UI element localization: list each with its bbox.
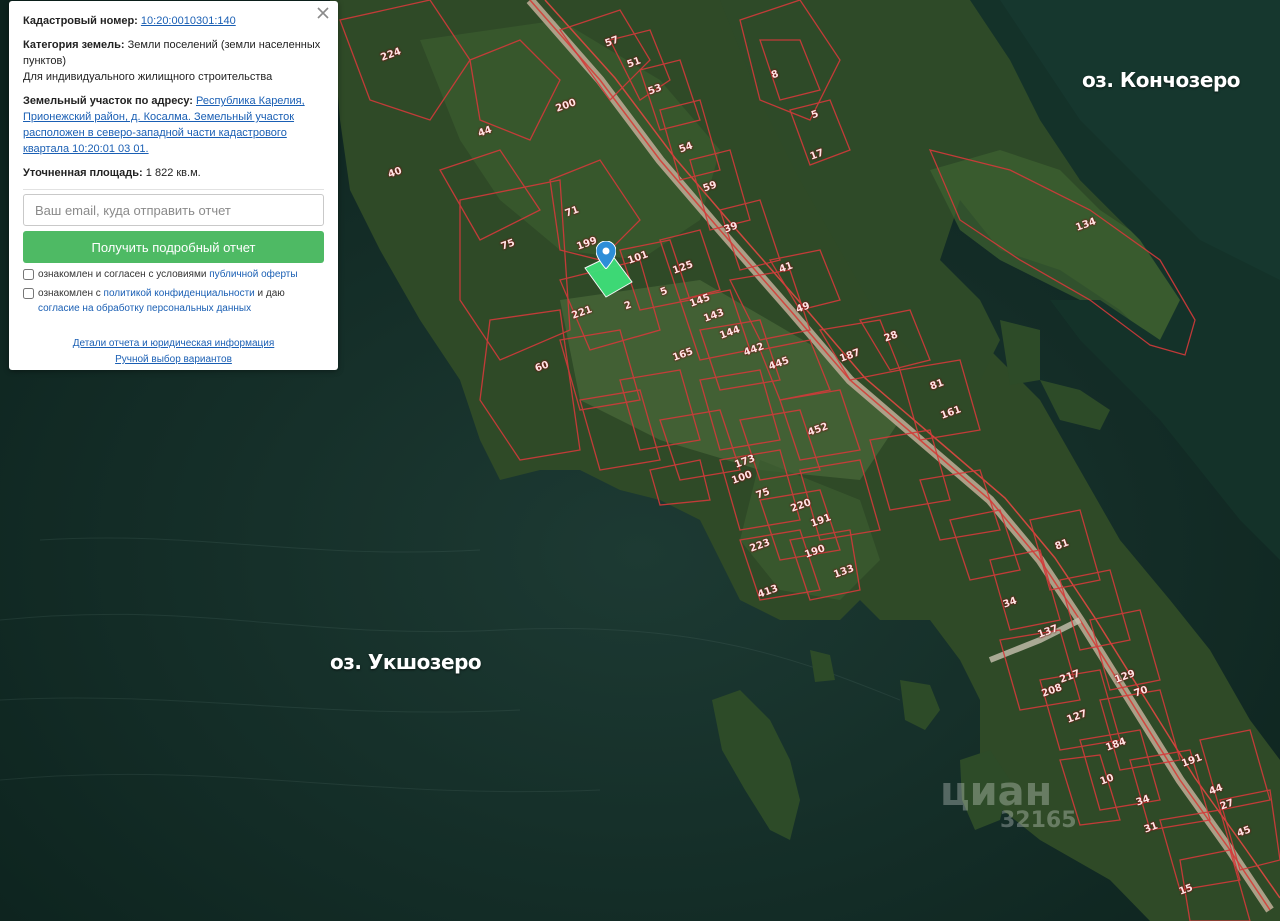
parcel-info-panel: Кадастровый номер: 10:20:0010301:140 Кат… [9, 1, 338, 370]
close-icon[interactable] [316, 6, 330, 20]
location-pin-icon[interactable] [596, 241, 616, 269]
address-row: Земельный участок по адресу: Республика … [23, 93, 324, 157]
manual-selection-link[interactable]: Ручной выбор вариантов [23, 352, 324, 368]
offer-checkbox[interactable] [23, 269, 34, 280]
privacy-text-2: и даю [257, 288, 285, 299]
consent-offer-row: ознакомлен и согласен с условиями публич… [23, 267, 324, 282]
panel-links: Детали отчета и юридическая информация Р… [23, 336, 324, 368]
address-label: Земельный участок по адресу: [23, 95, 193, 107]
offer-consent-text: ознакомлен и согласен с условиями публич… [38, 267, 298, 282]
usage-value: Для индивидуального жилищного строительс… [23, 71, 273, 83]
privacy-text: ознакомлен с [38, 288, 101, 299]
get-report-button[interactable]: Получить подробный отчет [23, 231, 324, 263]
category-row: Категория земель: Земли поселений (земли… [23, 37, 324, 85]
public-offer-link[interactable]: публичной оферты [209, 269, 297, 280]
area-label: Уточненная площадь: [23, 167, 143, 179]
cadastral-label: Кадастровый номер: [23, 15, 138, 27]
privacy-checkbox[interactable] [23, 288, 34, 299]
personal-data-consent-link[interactable]: согласие на обработку персональных данны… [38, 303, 251, 314]
offer-text: ознакомлен и согласен с условиями [38, 269, 207, 280]
report-details-link[interactable]: Детали отчета и юридическая информация [23, 336, 324, 352]
lake-label-ukshozero: оз. Укшозеро [330, 650, 482, 674]
privacy-consent-text: ознакомлен с политикой конфиденциальност… [38, 286, 324, 316]
watermark-id: 32165 [1000, 808, 1077, 833]
category-label: Категория земель: [23, 39, 125, 51]
privacy-policy-link[interactable]: политикой конфиденциальности [104, 288, 255, 299]
email-input[interactable] [23, 194, 324, 226]
area-value: 1 822 кв.м. [145, 167, 201, 179]
area-row: Уточненная площадь: 1 822 кв.м. [23, 165, 324, 181]
lake-label-konchozero: оз. Кончозеро [1082, 68, 1241, 92]
divider [23, 189, 324, 190]
cadastral-number-link[interactable]: 10:20:0010301:140 [141, 15, 236, 27]
cian-watermark: циан 32165 [940, 770, 1077, 833]
cadastral-number-row: Кадастровый номер: 10:20:0010301:140 [23, 13, 324, 29]
consent-privacy-row: ознакомлен с политикой конфиденциальност… [23, 286, 324, 316]
